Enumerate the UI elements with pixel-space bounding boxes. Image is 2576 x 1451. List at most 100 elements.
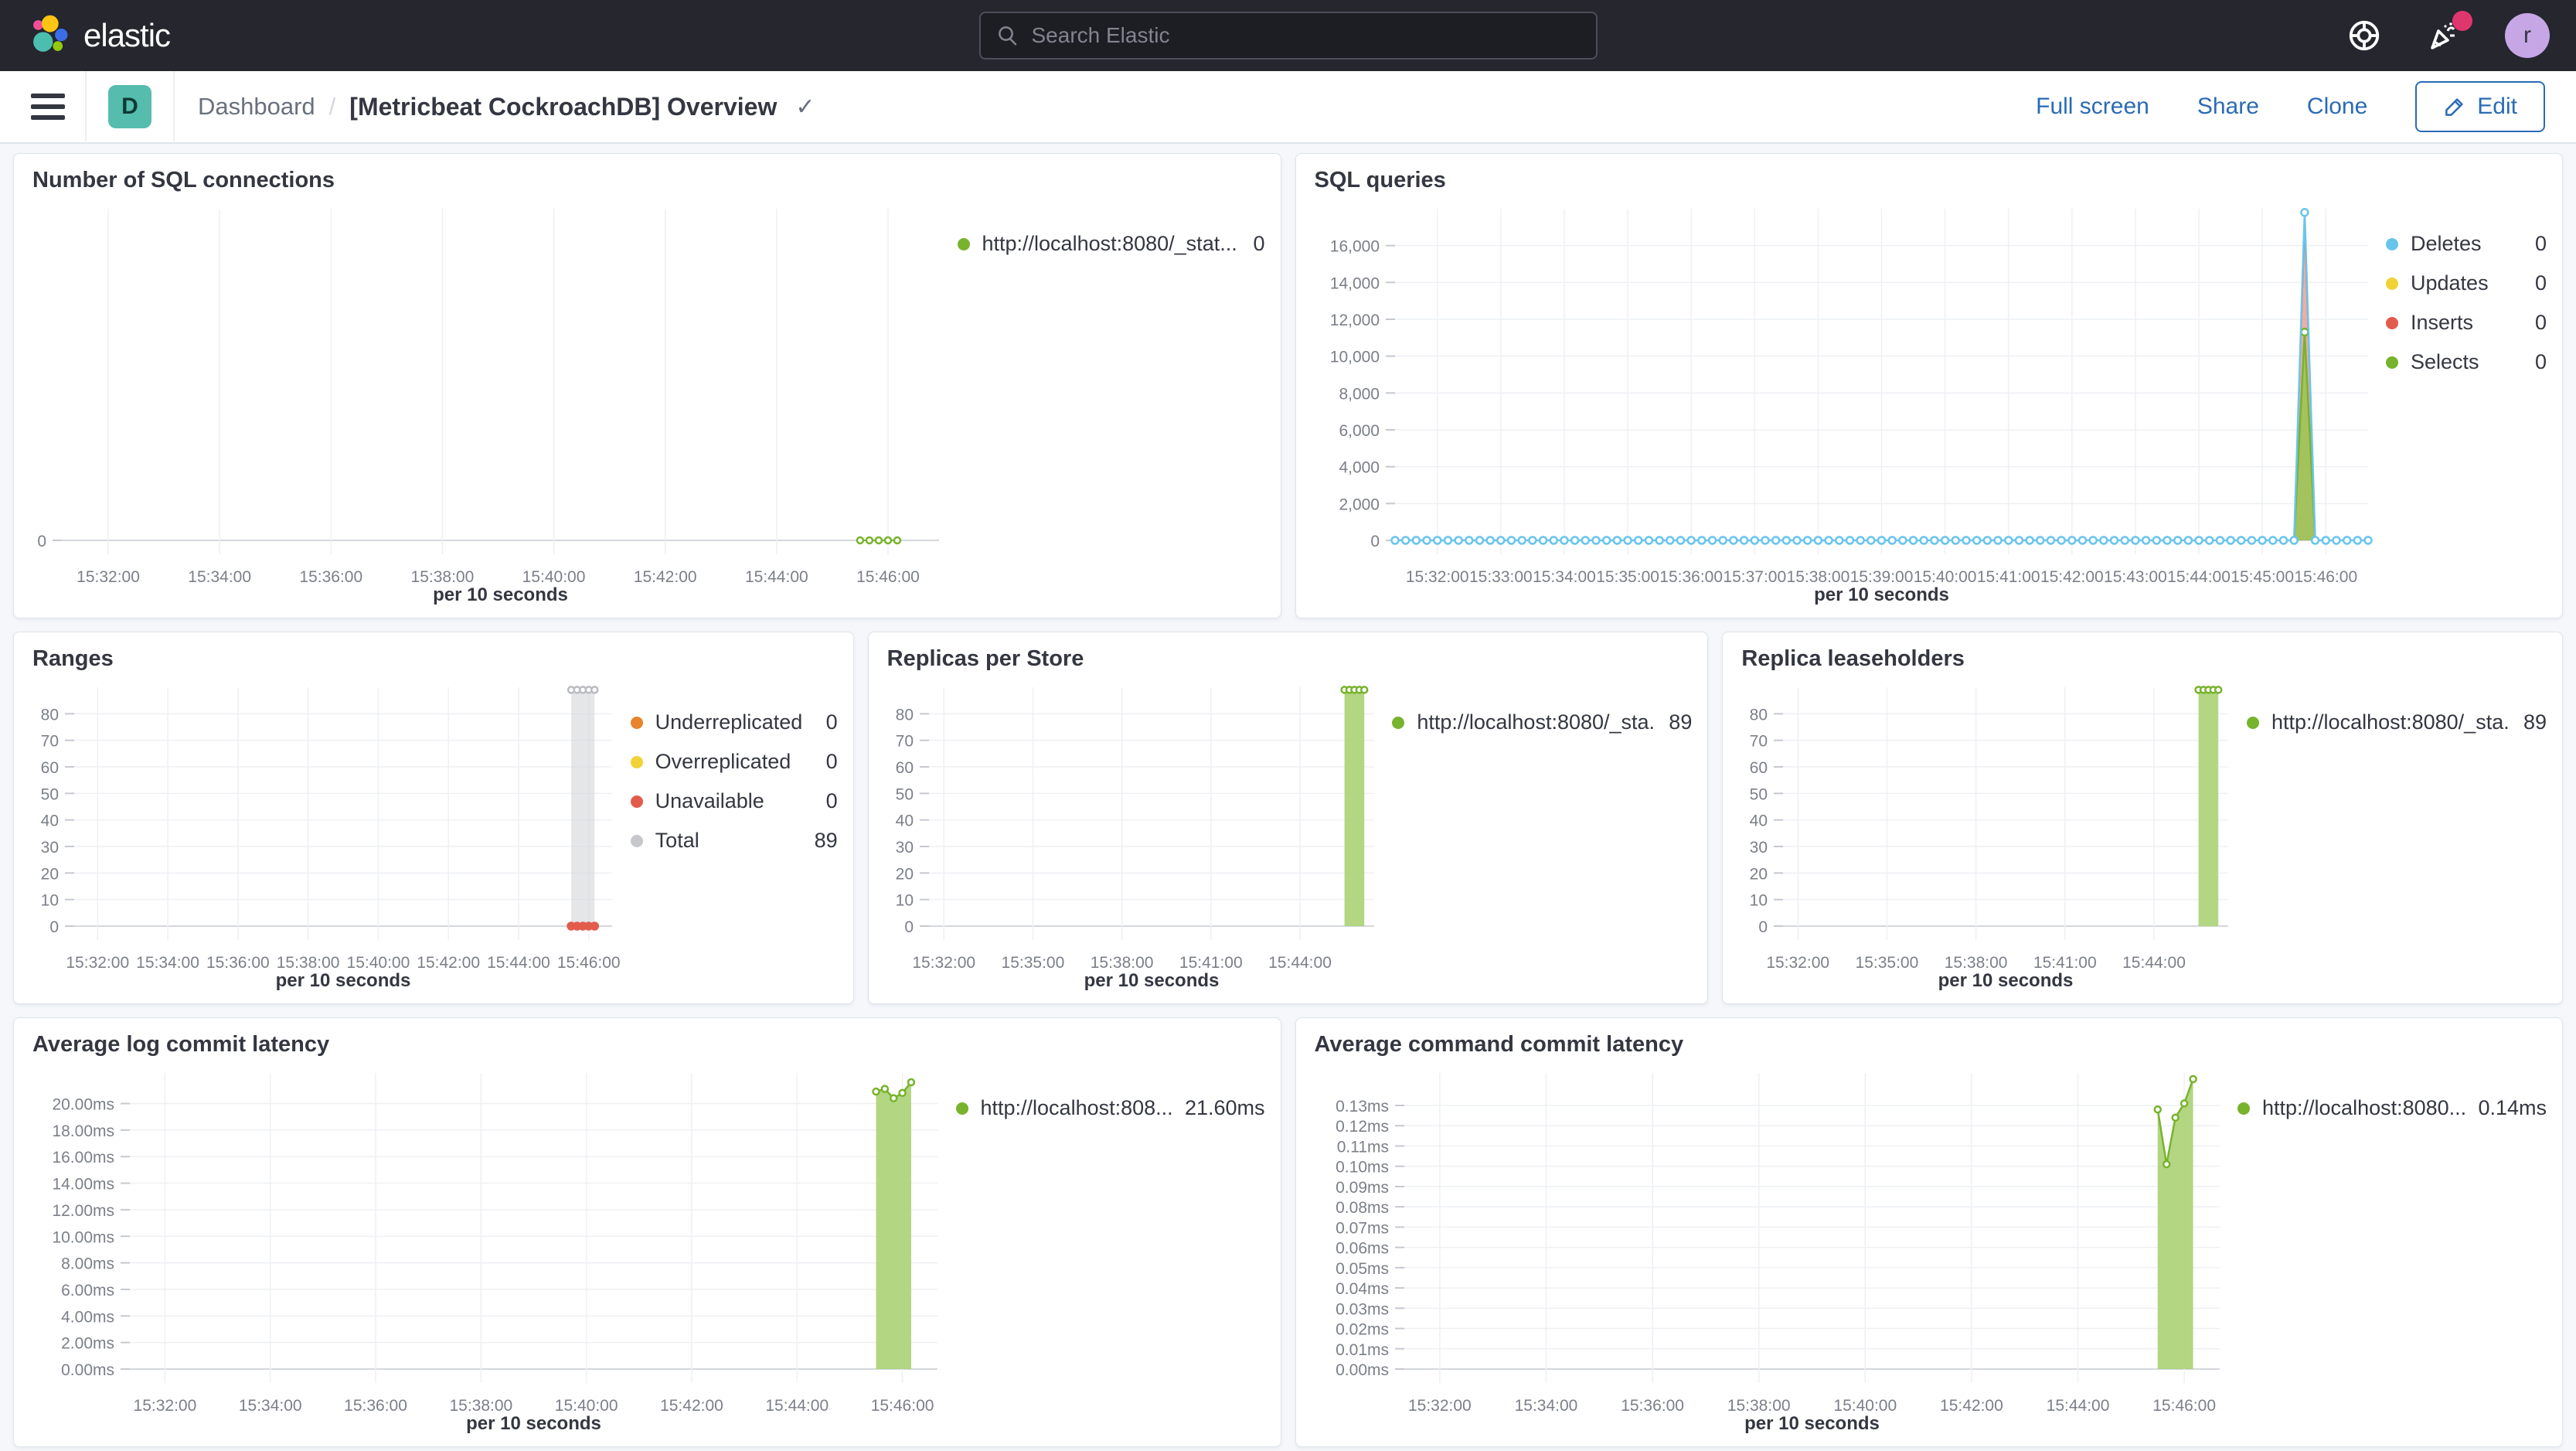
elastic-logo[interactable]: elastic [26,13,171,58]
legend-label: Total [655,829,699,852]
legend-item[interactable]: Deletes 0 [2386,232,2547,256]
dashboard-app-badge[interactable]: D [108,85,151,128]
svg-text:15:38:00: 15:38:00 [277,954,340,972]
avatar[interactable]: r [2505,13,2550,58]
avatar-initial: r [2523,22,2531,48]
legend-value: 0.14ms [2478,1096,2547,1119]
svg-text:0.12ms: 0.12ms [1336,1118,1389,1136]
panel-replicas-per-store: Replicas per Store 0 10 20 30 40 50 60 70 80 15:3… [867,632,1709,1004]
search-input[interactable] [1031,23,1581,48]
help-button[interactable] [2344,15,2384,56]
breadcrumb-separator: / [328,93,336,120]
check-chevron-icon[interactable]: ✓ [795,94,815,121]
svg-text:15:43:00: 15:43:00 [2104,568,2167,586]
panel-title[interactable]: SQL queries [1296,154,2563,196]
legend-label: Underreplicated [655,710,803,734]
panel-title[interactable]: Average command commit latency [1296,1018,2563,1061]
legend-label: Updates [2411,271,2489,295]
share-button[interactable]: Share [2197,94,2259,120]
panel-title[interactable]: Ranges [14,632,853,675]
svg-text:30: 30 [41,839,59,857]
svg-text:15:44:00: 15:44:00 [2046,1397,2109,1415]
svg-text:15:32:00: 15:32:00 [134,1397,197,1415]
legend-item[interactable]: http://localhost:8080/_sta... 89 [2247,710,2547,734]
legend-item[interactable]: http://localhost:8080/_stat... 0 [957,232,1265,256]
legend-item[interactable]: http://localhost:808... 21.60ms [955,1096,1265,1120]
edit-button[interactable]: Edit [2415,81,2545,132]
svg-text:15:38:00: 15:38:00 [1945,954,2008,972]
svg-text:15:38:00: 15:38:00 [1786,568,1849,586]
svg-text:15:40:00: 15:40:00 [1913,568,1976,586]
legend-item[interactable]: http://localhost:8080... 0.14ms [2237,1096,2547,1120]
newsfeed-button[interactable] [2425,11,2472,56]
elastic-logo-icon [33,15,68,52]
menu-button[interactable] [31,94,65,120]
legend-item[interactable]: Total 89 [630,829,838,853]
panel-replica-leaseholders: Replica leaseholders 0 10 20 30 40 50 60 70 80 15… [1722,632,2564,1004]
svg-text:20: 20 [41,865,59,883]
legend-color-dot [2237,1102,2250,1115]
command-commit-latency-chart[interactable]: 0.00ms 0.01ms 0.02ms 0.03ms 0.04ms 0.05ms 0.06… [1296,1061,2238,1440]
legend-value: 0 [2534,350,2547,373]
sql-queries-chart[interactable]: 0 2,000 4,000 6,000 8,000 10,000 12,000 14,000 1… [1296,196,2387,611]
svg-text:per 10 seconds: per 10 seconds [1744,1413,1880,1434]
svg-text:20: 20 [1750,865,1768,883]
svg-text:15:32:00: 15:32:00 [1407,1397,1471,1415]
svg-text:15:32:00: 15:32:00 [912,954,975,972]
legend-item[interactable]: Unavailable 0 [630,789,838,813]
log-commit-latency-chart[interactable]: 0.00ms 2.00ms 4.00ms 6.00ms 8.00ms 10.00ms 12.… [14,1061,956,1440]
panel-title[interactable]: Average log commit latency [14,1018,1281,1061]
svg-text:10: 10 [895,892,913,910]
svg-text:70: 70 [895,733,913,751]
legend-item[interactable]: Selects 0 [2386,350,2547,374]
panel-title[interactable]: Replica leaseholders [1723,632,2562,675]
legend-value: 21.60ms [1184,1096,1265,1119]
legend-item[interactable]: Underreplicated 0 [630,710,838,734]
ranges-chart[interactable]: 0 10 20 30 40 50 60 70 80 15:32:00 15:34:00 15:36:0… [14,675,631,997]
svg-text:0.13ms: 0.13ms [1336,1098,1389,1115]
chart-legend: Deletes 0 Updates 0 Inserts 0 Selects 0 [2386,196,2562,611]
svg-text:0.09ms: 0.09ms [1336,1179,1389,1197]
svg-text:0.05ms: 0.05ms [1336,1260,1389,1278]
svg-text:0.00ms: 0.00ms [61,1361,114,1379]
legend-color-dot [2386,277,2398,290]
svg-text:15:36:00: 15:36:00 [1659,568,1723,586]
breadcrumb-dashboard-link[interactable]: Dashboard [198,93,315,121]
legend-label: http://localhost:8080... [2262,1096,2466,1119]
svg-text:0.11ms: 0.11ms [1336,1138,1388,1156]
svg-text:14.00ms: 14.00ms [52,1176,114,1194]
svg-text:0: 0 [904,918,914,936]
svg-text:15:40:00: 15:40:00 [522,568,586,586]
svg-text:15:42:00: 15:42:00 [634,568,697,586]
replicas-per-store-chart[interactable]: 0 10 20 30 40 50 60 70 80 15:32:00 15:35:00 15:38:0… [869,675,1393,997]
global-search[interactable] [978,12,1598,60]
legend-item[interactable]: Inserts 0 [2386,311,2547,335]
svg-text:4.00ms: 4.00ms [61,1308,114,1326]
sql-connections-chart[interactable]: 0 15:32:00 15:34:00 15:36:00 15:38:00 15:40:0… [14,196,958,611]
svg-text:15:45:00: 15:45:00 [2231,568,2294,586]
svg-text:15:44:00: 15:44:00 [765,1397,829,1415]
svg-text:8.00ms: 8.00ms [61,1255,114,1273]
svg-text:15:36:00: 15:36:00 [1621,1397,1684,1415]
replica-leaseholders-chart[interactable]: 0 10 20 30 40 50 60 70 80 15:32:00 15:35:00 15:38:0… [1723,675,2247,997]
legend-item[interactable]: Updates 0 [2386,271,2547,295]
svg-text:15:36:00: 15:36:00 [299,568,362,586]
svg-text:15:34:00: 15:34:00 [1514,1397,1577,1415]
legend-item[interactable]: Overreplicated 0 [630,750,838,774]
chart-legend: http://localhost:8080/_sta... 89 [1392,675,1707,997]
svg-text:30: 30 [1750,839,1768,857]
chart-legend: http://localhost:8080... 0.14ms [2237,1061,2562,1440]
svg-text:0: 0 [49,918,59,936]
panel-title[interactable]: Replicas per Store [869,632,1708,675]
clone-button[interactable]: Clone [2307,94,2367,120]
svg-text:15:44:00: 15:44:00 [2167,568,2231,586]
svg-text:0: 0 [1759,918,1768,936]
svg-text:15:44:00: 15:44:00 [2122,954,2186,972]
panel-title[interactable]: Number of SQL connections [14,154,1281,196]
svg-text:0.06ms: 0.06ms [1336,1240,1389,1258]
top-app-bar: elastic Search Elastic r [0,0,2576,71]
legend-item[interactable]: http://localhost:8080/_sta... 89 [1392,710,1692,734]
svg-text:8,000: 8,000 [1339,385,1380,403]
svg-text:15:34:00: 15:34:00 [1533,568,1596,586]
full-screen-button[interactable]: Full screen [2036,94,2149,120]
